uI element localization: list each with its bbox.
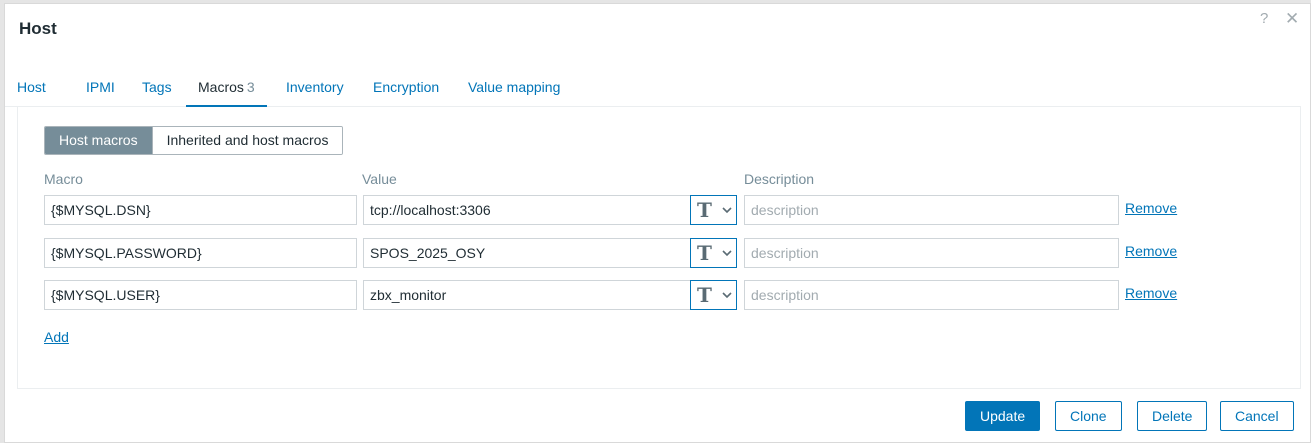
cancel-button[interactable]: Cancel [1220, 401, 1294, 431]
host-dialog: Host ? ✕ Host IPMI Tags Macros 3 Inventor… [4, 3, 1311, 443]
macro-row: {$MYSQL.DSN} tcp://localhost:3306 T desc… [18, 195, 1302, 225]
macros-count-badge: 3 [246, 79, 255, 95]
macro-name-input[interactable]: {$MYSQL.DSN} [44, 195, 357, 225]
text-type-icon: T [697, 198, 712, 222]
macro-description-input[interactable]: description [744, 195, 1119, 225]
tab-encryption[interactable]: Encryption [373, 77, 439, 107]
add-macro-link[interactable]: Add [44, 329, 69, 345]
macro-description-input[interactable]: description [744, 280, 1119, 310]
macros-panel: Host macros Inherited and host macros Ma… [17, 107, 1301, 389]
macro-value-input[interactable]: SPOS_2025_OSY [363, 238, 691, 268]
macro-name-input[interactable]: {$MYSQL.USER} [44, 280, 357, 310]
chevron-down-icon [722, 292, 732, 299]
close-icon[interactable]: ✕ [1285, 10, 1299, 28]
remove-macro-link[interactable]: Remove [1125, 285, 1177, 301]
tab-label: Value mapping [468, 79, 561, 95]
tab-tags[interactable]: Tags [142, 77, 172, 107]
macro-value-input[interactable]: zbx_monitor [363, 280, 691, 310]
value-type-dropdown[interactable]: T [690, 238, 737, 268]
dialog-title: Host [19, 19, 57, 38]
tab-host[interactable]: Host [17, 77, 46, 107]
macro-row: {$MYSQL.PASSWORD} SPOS_2025_OSY T descri… [18, 238, 1302, 268]
value-column-header: Value [362, 171, 397, 187]
tab-label: Inventory [286, 79, 344, 95]
tab-label: IPMI [86, 79, 115, 95]
value-type-dropdown[interactable]: T [690, 195, 737, 225]
remove-macro-link[interactable]: Remove [1125, 243, 1177, 259]
macro-value-input[interactable]: tcp://localhost:3306 [363, 195, 691, 225]
value-type-dropdown[interactable]: T [690, 280, 737, 310]
remove-macro-link[interactable]: Remove [1125, 200, 1177, 216]
tab-label: Macros [198, 79, 244, 95]
host-macros-toggle[interactable]: Host macros [45, 127, 152, 154]
macro-description-input[interactable]: description [744, 238, 1119, 268]
tab-label: Host [17, 79, 46, 95]
text-type-icon: T [697, 241, 712, 265]
chevron-down-icon [722, 250, 732, 257]
inherited-macros-toggle[interactable]: Inherited and host macros [151, 127, 343, 154]
clone-button[interactable]: Clone [1055, 401, 1122, 431]
macro-column-header: Macro [44, 171, 83, 187]
help-icon[interactable]: ? [1260, 10, 1268, 28]
update-button[interactable]: Update [965, 401, 1041, 431]
chevron-down-icon [722, 207, 732, 214]
tab-macros[interactable]: Macros 3 [186, 77, 267, 107]
macros-view-toggle: Host macros Inherited and host macros [44, 126, 344, 155]
tab-label: Encryption [373, 79, 440, 95]
description-column-header: Description [744, 171, 815, 187]
macro-row: {$MYSQL.USER} zbx_monitor T description … [18, 280, 1302, 310]
delete-button[interactable]: Delete [1137, 401, 1208, 431]
tab-ipmi[interactable]: IPMI [86, 77, 115, 107]
tab-bar: Host IPMI Tags Macros 3 Inventory Encrypt… [5, 77, 1301, 107]
tab-inventory[interactable]: Inventory [286, 77, 344, 107]
text-type-icon: T [697, 283, 712, 307]
tab-value-mapping[interactable]: Value mapping [468, 77, 560, 107]
tab-label: Tags [142, 79, 172, 95]
macro-name-input[interactable]: {$MYSQL.PASSWORD} [44, 238, 357, 268]
